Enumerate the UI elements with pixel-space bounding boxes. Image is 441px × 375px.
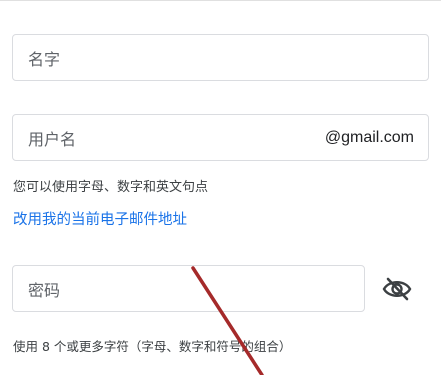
username-placeholder: 用户名 (28, 129, 77, 149)
password-hint: 使用 8 个或更多字符（字母、数字和符号的组合） (13, 339, 292, 354)
toggle-password-visibility-button[interactable] (380, 274, 414, 304)
use-current-email-link[interactable]: 改用我的当前电子邮件地址 (13, 208, 187, 229)
first-name-placeholder: 名字 (28, 49, 61, 69)
divider (0, 0, 441, 1)
eye-off-icon (382, 277, 412, 301)
password-field[interactable]: 密码 (12, 265, 365, 312)
username-hint: 您可以使用字母、数字和英文句点 (13, 180, 209, 195)
gmail-domain-suffix: @gmail.com (324, 128, 414, 146)
password-placeholder: 密码 (28, 280, 61, 300)
username-field[interactable]: 用户名 @gmail.com (12, 114, 429, 161)
first-name-field[interactable]: 名字 (12, 34, 429, 81)
